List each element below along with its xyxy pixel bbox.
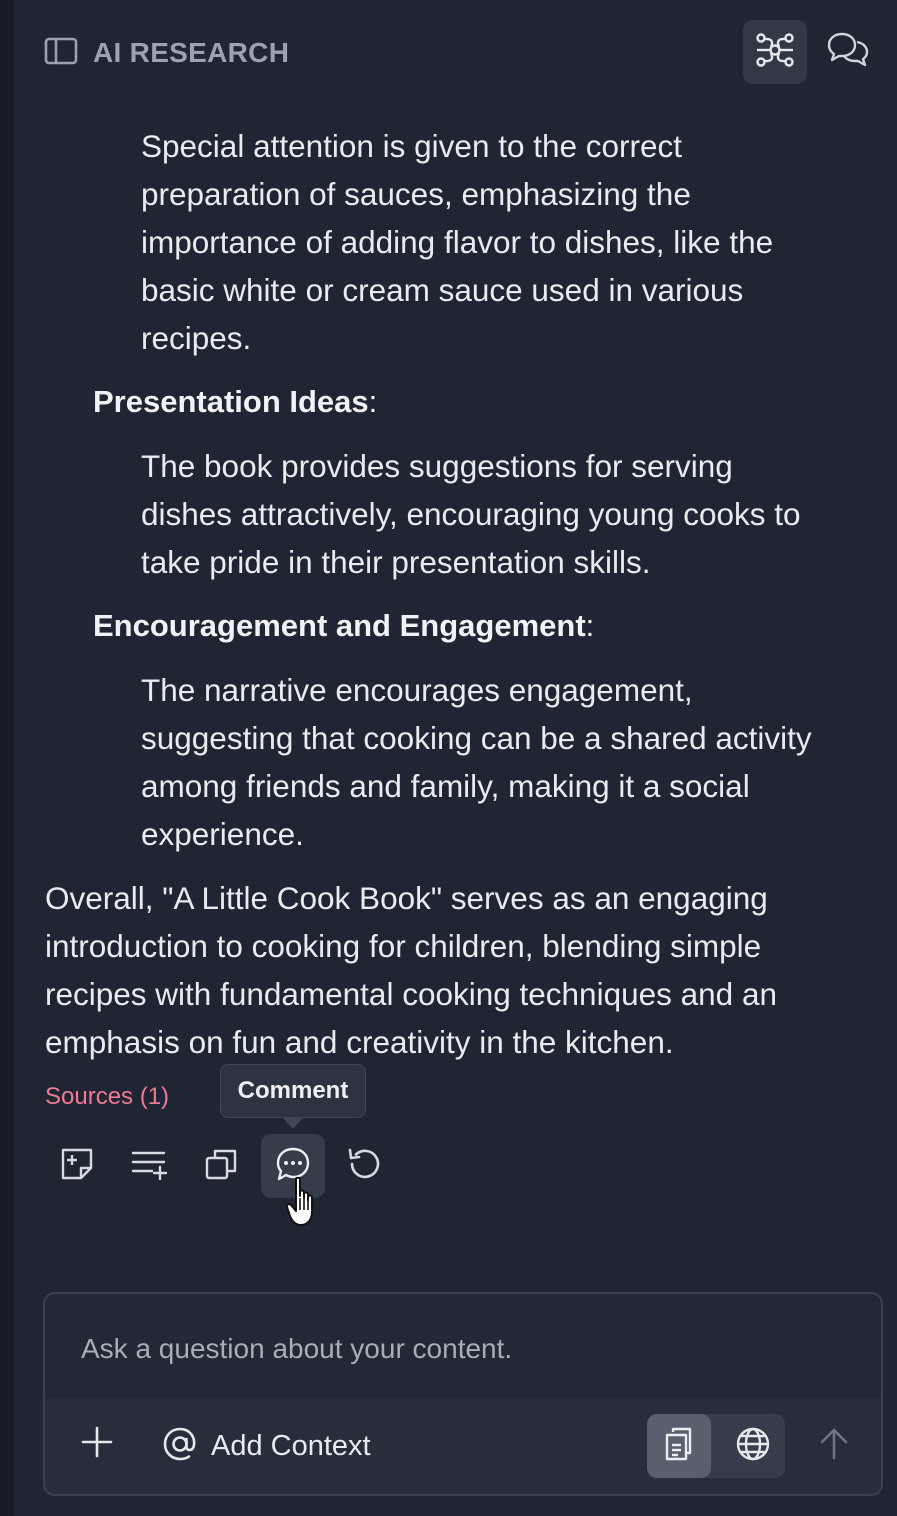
documents-mode-icon — [663, 1426, 695, 1467]
text-line: dishes attractively, encouraging young c… — [141, 496, 801, 532]
mind-map-icon — [755, 32, 795, 73]
arrow-up-icon — [818, 1426, 850, 1465]
comment-tooltip: Comment — [220, 1064, 366, 1118]
sources-link[interactable]: Sources (1) — [45, 1083, 169, 1111]
sidebar-edge — [0, 0, 14, 1516]
text-line: importance of adding flavor to dishes, l… — [141, 224, 774, 260]
heading-colon: : — [368, 384, 378, 419]
text-line: preparation of sauces, emphasizing the — [141, 176, 691, 212]
text-line: Overall, "A Little Cook Book" serves as … — [45, 880, 768, 916]
text-line: The book provides suggestions for servin… — [141, 448, 733, 484]
question-input[interactable] — [45, 1294, 881, 1398]
search-mode-toggle — [647, 1414, 785, 1478]
detail-paragraph: Special attention is given to the correc… — [141, 122, 773, 362]
composer-toolbar: Add Context — [45, 1398, 881, 1494]
chat-history-button[interactable] — [816, 20, 880, 84]
add-context-button[interactable]: Add Context — [161, 1424, 371, 1468]
text-line: The narrative encourages engagement, — [141, 672, 693, 708]
plus-icon — [80, 1425, 114, 1464]
text-line: introduction to cooking for children, bl… — [45, 928, 762, 964]
heading-text: Encouragement and Engagement — [93, 608, 586, 643]
regenerate-icon — [346, 1146, 384, 1187]
heading-text: Presentation Ideas — [93, 384, 369, 419]
tooltip-arrow — [283, 1118, 303, 1129]
attach-button[interactable] — [75, 1422, 119, 1466]
add-to-list-icon — [130, 1147, 168, 1186]
research-panel: AI RESEARCH Special attention is given t… — [14, 0, 897, 1516]
app-title: AI RESEARCH — [93, 37, 290, 68]
heading-colon: : — [585, 608, 595, 643]
at-sign-icon — [161, 1425, 199, 1468]
text-line: among friends and family, making it a so… — [141, 768, 750, 804]
text-line: basic white or cream sauce used in vario… — [141, 272, 744, 308]
text-line: recipes with fundamental cooking techniq… — [45, 976, 777, 1012]
detail-paragraph: The narrative encourages engagement, sug… — [141, 666, 812, 858]
text-line: take pride in their presentation skills. — [141, 544, 651, 580]
copy-icon — [203, 1146, 239, 1187]
text-line: emphasis on fun and creativity in the ki… — [45, 1024, 674, 1060]
add-note-button[interactable] — [45, 1134, 109, 1198]
chat-bubbles-icon — [826, 30, 870, 75]
question-composer: Add Context — [43, 1292, 883, 1496]
regenerate-button[interactable] — [333, 1134, 397, 1198]
sidebar-toggle-button[interactable] — [44, 37, 78, 70]
send-button[interactable] — [809, 1420, 859, 1470]
add-context-label: Add Context — [211, 1429, 371, 1462]
copy-button[interactable] — [189, 1134, 253, 1198]
documents-mode-button[interactable] — [647, 1414, 711, 1478]
summary-paragraph: Overall, "A Little Cook Book" serves as … — [45, 874, 777, 1066]
panel-header: AI RESEARCH — [14, 0, 897, 104]
web-mode-button[interactable] — [721, 1414, 785, 1478]
section-heading: Presentation Ideas: — [93, 382, 377, 422]
text-line: experience. — [141, 816, 304, 852]
globe-icon — [735, 1426, 771, 1467]
text-line: recipes. — [141, 320, 252, 356]
mind-map-button[interactable] — [743, 20, 807, 84]
text-line: Special attention is given to the correc… — [141, 128, 683, 164]
pointer-hand-cursor — [285, 1176, 320, 1233]
text-line: suggesting that cooking can be a shared … — [141, 720, 812, 756]
section-heading: Encouragement and Engagement: — [93, 606, 594, 646]
detail-paragraph: The book provides suggestions for servin… — [141, 442, 801, 586]
add-to-list-button[interactable] — [117, 1134, 181, 1198]
sidebar-toggle-icon — [44, 37, 78, 70]
add-note-icon — [59, 1146, 95, 1187]
